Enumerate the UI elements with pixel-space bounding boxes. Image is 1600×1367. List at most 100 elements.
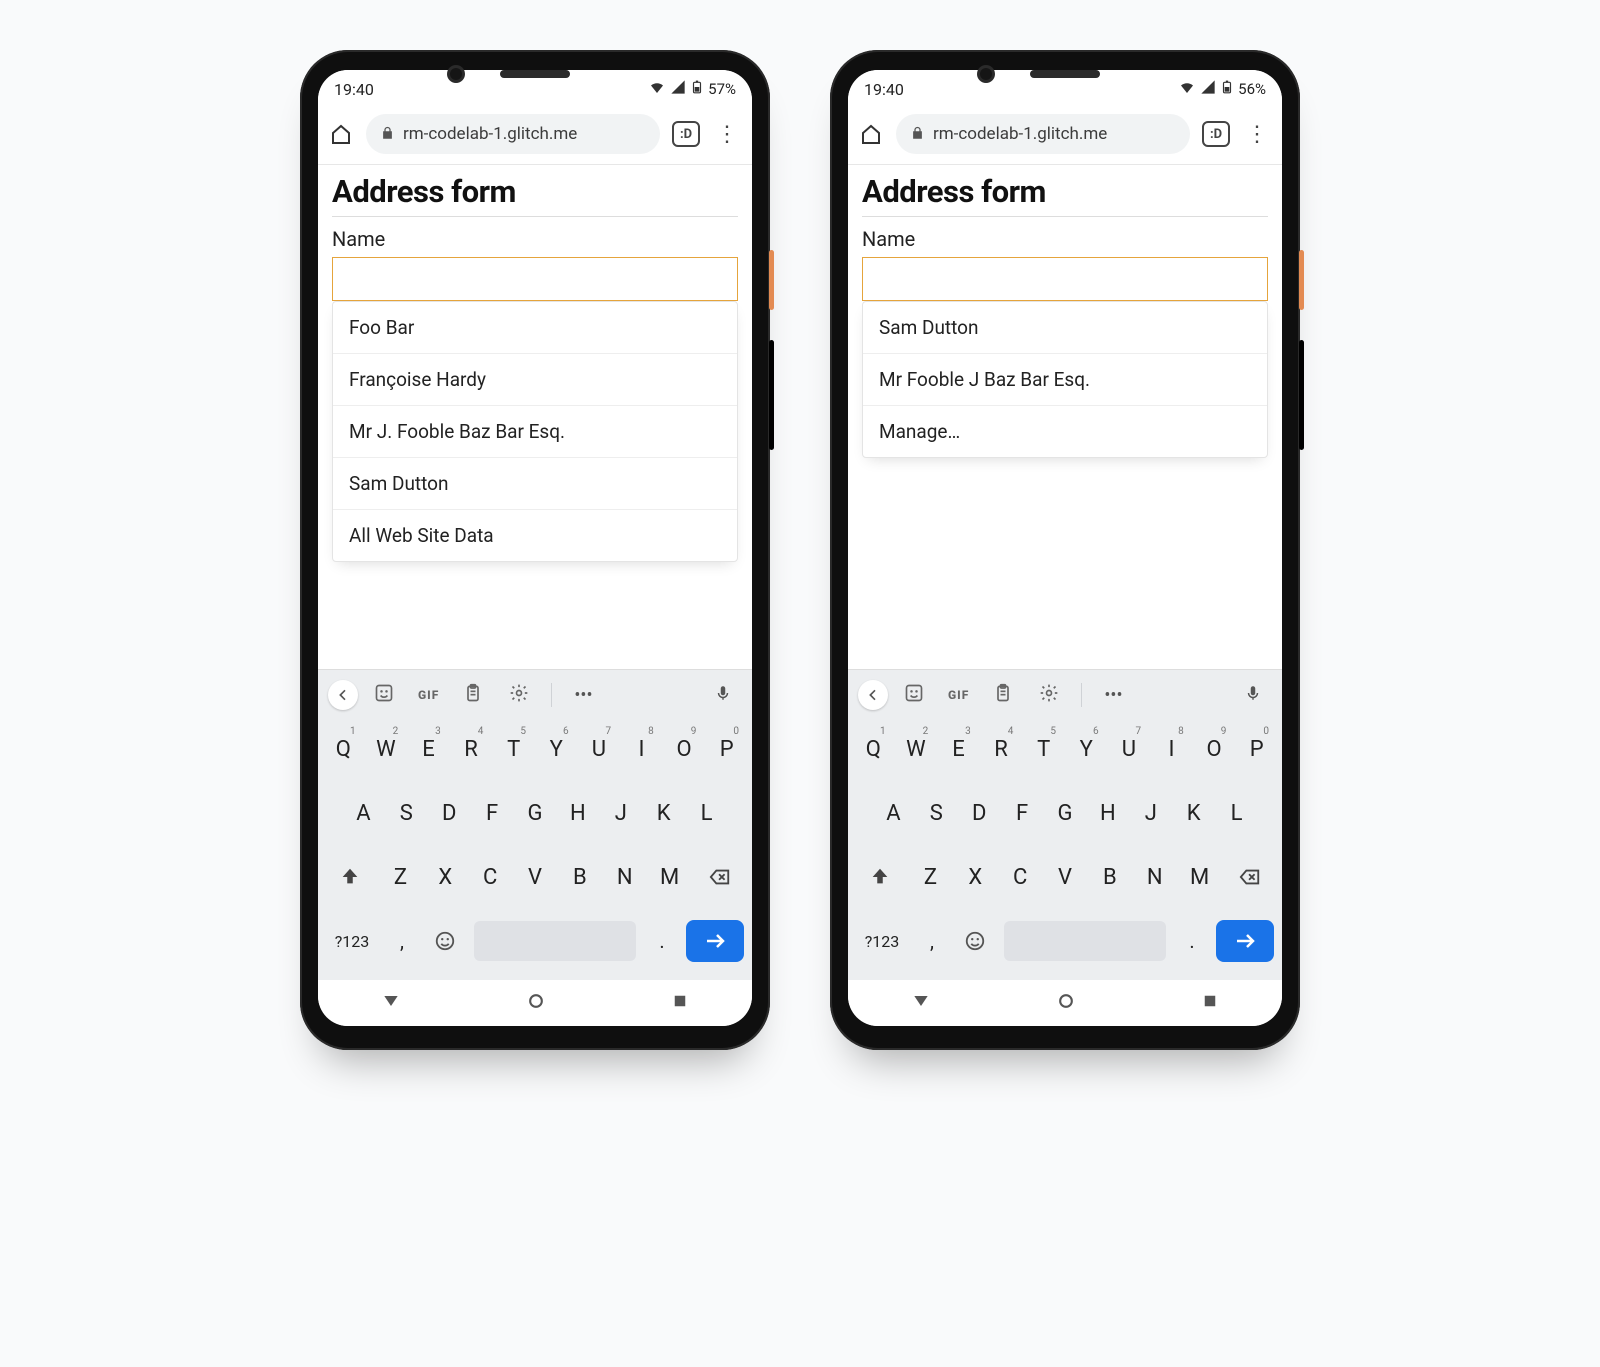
clipboard-icon[interactable] <box>983 683 1023 708</box>
key-period[interactable]: . <box>1175 915 1209 967</box>
key-A[interactable]: A <box>875 787 912 839</box>
key-U[interactable]: 7U <box>581 723 618 775</box>
nav-home-icon[interactable] <box>526 991 546 1015</box>
keyboard-collapse-button[interactable] <box>858 680 888 710</box>
overflow-menu-icon[interactable]: ⋮ <box>712 122 742 147</box>
autofill-suggestion[interactable]: Mr J. Fooble Baz Bar Esq. <box>333 405 737 457</box>
key-Z[interactable]: Z <box>911 851 950 903</box>
key-L[interactable]: L <box>1218 787 1255 839</box>
key-period[interactable]: . <box>645 915 679 967</box>
key-N[interactable]: N <box>1135 851 1174 903</box>
key-M[interactable]: M <box>650 851 689 903</box>
key-shift[interactable] <box>855 851 905 903</box>
gear-icon[interactable] <box>1029 683 1069 708</box>
sticker-icon[interactable] <box>894 683 934 708</box>
volume-button[interactable] <box>769 340 774 450</box>
key-R[interactable]: 4R <box>983 723 1020 775</box>
key-D[interactable]: D <box>431 787 468 839</box>
key-A[interactable]: A <box>345 787 382 839</box>
key-enter[interactable] <box>686 920 744 962</box>
key-I[interactable]: 8I <box>1153 723 1190 775</box>
nav-home-icon[interactable] <box>1056 991 1076 1015</box>
nav-recent-icon[interactable] <box>1201 992 1219 1014</box>
autofill-suggestion[interactable]: Foo Bar <box>333 302 737 353</box>
key-symbols[interactable]: ?123 <box>325 915 379 967</box>
key-H[interactable]: H <box>559 787 596 839</box>
power-button[interactable] <box>769 250 774 310</box>
key-W[interactable]: 2W <box>898 723 935 775</box>
key-I[interactable]: 8I <box>623 723 660 775</box>
key-H[interactable]: H <box>1089 787 1126 839</box>
key-B[interactable]: B <box>1090 851 1129 903</box>
key-S[interactable]: S <box>918 787 955 839</box>
autofill-suggestion[interactable]: Françoise Hardy <box>333 353 737 405</box>
autofill-suggestion[interactable]: Manage… <box>863 405 1267 457</box>
more-icon[interactable]: ••• <box>1094 685 1132 706</box>
power-button[interactable] <box>1299 250 1304 310</box>
key-symbols[interactable]: ?123 <box>855 915 909 967</box>
key-comma[interactable]: , <box>915 915 949 967</box>
key-N[interactable]: N <box>605 851 644 903</box>
autofill-suggestion[interactable]: All Web Site Data <box>333 509 737 561</box>
key-C[interactable]: C <box>1001 851 1040 903</box>
key-M[interactable]: M <box>1180 851 1219 903</box>
key-Q[interactable]: 1Q <box>325 723 362 775</box>
key-C[interactable]: C <box>471 851 510 903</box>
mic-icon[interactable] <box>704 684 742 707</box>
name-input[interactable] <box>332 257 738 301</box>
key-E[interactable]: 3E <box>940 723 977 775</box>
key-T[interactable]: 5T <box>1025 723 1062 775</box>
gif-button[interactable]: GIF <box>410 688 447 702</box>
key-space[interactable] <box>474 921 636 961</box>
key-space[interactable] <box>1004 921 1166 961</box>
tab-switcher[interactable]: :D <box>672 121 700 147</box>
gear-icon[interactable] <box>499 683 539 708</box>
key-E[interactable]: 3E <box>410 723 447 775</box>
nav-back-icon[interactable] <box>381 991 401 1015</box>
key-G[interactable]: G <box>517 787 554 839</box>
nav-recent-icon[interactable] <box>671 992 689 1014</box>
home-icon[interactable] <box>858 121 884 147</box>
key-shift[interactable] <box>325 851 375 903</box>
key-X[interactable]: X <box>426 851 465 903</box>
tab-switcher[interactable]: :D <box>1202 121 1230 147</box>
key-S[interactable]: S <box>388 787 425 839</box>
key-D[interactable]: D <box>961 787 998 839</box>
key-B[interactable]: B <box>560 851 599 903</box>
volume-button[interactable] <box>1299 340 1304 450</box>
key-P[interactable]: 0P <box>708 723 745 775</box>
gif-button[interactable]: GIF <box>940 688 977 702</box>
key-V[interactable]: V <box>1046 851 1085 903</box>
key-backspace[interactable] <box>695 851 745 903</box>
overflow-menu-icon[interactable]: ⋮ <box>1242 122 1272 147</box>
key-K[interactable]: K <box>645 787 682 839</box>
mic-icon[interactable] <box>1234 684 1272 707</box>
key-F[interactable]: F <box>1004 787 1041 839</box>
key-emoji[interactable] <box>955 915 995 967</box>
key-O[interactable]: 9O <box>1196 723 1233 775</box>
key-F[interactable]: F <box>474 787 511 839</box>
home-icon[interactable] <box>328 121 354 147</box>
key-X[interactable]: X <box>956 851 995 903</box>
keyboard-collapse-button[interactable] <box>328 680 358 710</box>
nav-back-icon[interactable] <box>911 991 931 1015</box>
key-R[interactable]: 4R <box>453 723 490 775</box>
key-comma[interactable]: , <box>385 915 419 967</box>
key-enter[interactable] <box>1216 920 1274 962</box>
key-W[interactable]: 2W <box>368 723 405 775</box>
autofill-suggestion[interactable]: Sam Dutton <box>333 457 737 509</box>
clipboard-icon[interactable] <box>453 683 493 708</box>
key-Y[interactable]: 6Y <box>1068 723 1105 775</box>
key-backspace[interactable] <box>1225 851 1275 903</box>
key-K[interactable]: K <box>1175 787 1212 839</box>
key-G[interactable]: G <box>1047 787 1084 839</box>
url-bar[interactable]: rm-codelab-1.glitch.me <box>896 114 1190 154</box>
key-Q[interactable]: 1Q <box>855 723 892 775</box>
sticker-icon[interactable] <box>364 683 404 708</box>
key-L[interactable]: L <box>688 787 725 839</box>
more-icon[interactable]: ••• <box>564 685 602 706</box>
key-O[interactable]: 9O <box>666 723 703 775</box>
autofill-suggestion[interactable]: Mr Fooble J Baz Bar Esq. <box>863 353 1267 405</box>
key-V[interactable]: V <box>516 851 555 903</box>
key-J[interactable]: J <box>602 787 639 839</box>
